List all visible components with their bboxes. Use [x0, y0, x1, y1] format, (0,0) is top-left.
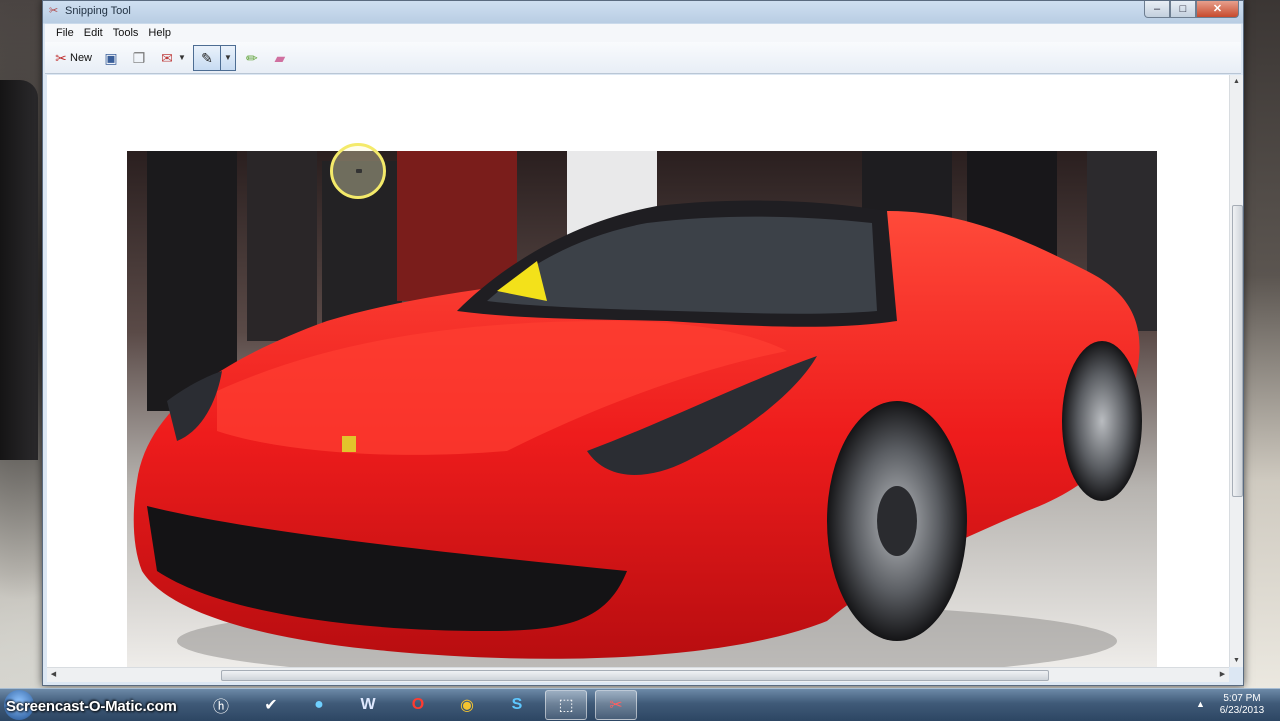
scroll-left-icon[interactable]: ◀: [47, 668, 60, 682]
save-button[interactable]: ▣: [99, 46, 123, 70]
chrome-icon[interactable]: ◉: [446, 690, 488, 720]
menu-edit[interactable]: Edit: [79, 27, 108, 39]
menu-file[interactable]: File: [51, 27, 79, 39]
snip-canvas[interactable]: [47, 75, 1229, 667]
maximize-button[interactable]: □: [1170, 1, 1196, 18]
snipping-tool-window: ✂ Snipping Tool – □ ✕ File Edit Tools He…: [42, 0, 1244, 686]
opera-icon[interactable]: O: [397, 690, 439, 720]
word-icon[interactable]: W: [347, 690, 389, 720]
window-title: Snipping Tool: [65, 5, 131, 17]
app-icon: ✂: [49, 5, 59, 17]
taskbar: Screencast-O-Matic.com ⓗ ✔ ● W O ◉ S ⬚ ✂…: [0, 688, 1280, 721]
system-clock[interactable]: 5:07 PM 6/23/2013: [1212, 693, 1272, 717]
pen-icon: ✎: [201, 49, 213, 66]
window-controls: – □ ✕: [1144, 1, 1239, 19]
scroll-down-icon[interactable]: ▼: [1230, 654, 1243, 667]
ferrari-photo: [127, 151, 1157, 667]
horizontal-scrollbar[interactable]: ◀ ▶: [47, 667, 1229, 682]
mouse-cursor: [356, 169, 362, 173]
eraser-icon: ▰: [274, 49, 286, 66]
eraser-button[interactable]: ▰: [268, 46, 292, 70]
desktop-background-right: [1244, 0, 1280, 688]
check-icon[interactable]: ✔: [250, 690, 292, 720]
copy-icon: ❐: [132, 49, 146, 66]
menu-help[interactable]: Help: [143, 27, 176, 39]
ferrari-image: [127, 151, 1157, 667]
chevron-down-icon[interactable]: ▼: [178, 53, 186, 62]
pen-dropdown-chevron-icon[interactable]: ▼: [219, 45, 235, 70]
hp-icon[interactable]: ⓗ: [200, 690, 242, 720]
copy-button[interactable]: ❐: [127, 46, 151, 70]
minimize-button[interactable]: –: [1144, 1, 1170, 18]
save-icon: ▣: [104, 49, 118, 66]
toolbar: ✂ New ▣ ❐ ✉ ▼ ✎ ▼ ✏ ▰: [45, 42, 1241, 74]
scroll-up-icon[interactable]: ▲: [1230, 75, 1243, 88]
skype-icon[interactable]: S: [496, 690, 538, 720]
new-snip-button[interactable]: ✂ New: [49, 46, 95, 70]
highlighter-icon: ✏: [245, 49, 258, 66]
desktop-photo-person: [0, 80, 38, 460]
close-button[interactable]: ✕: [1196, 1, 1239, 18]
menu-tools[interactable]: Tools: [108, 27, 144, 39]
snipping-tool-active-icon[interactable]: ✂: [595, 690, 637, 720]
send-snip-button[interactable]: ✉ ▼: [155, 46, 189, 70]
new-label: New: [70, 51, 93, 64]
vertical-scroll-thumb[interactable]: [1232, 205, 1243, 497]
send-snip-icon: ✉: [161, 49, 173, 66]
title-bar[interactable]: ✂ Snipping Tool – □ ✕: [43, 1, 1243, 23]
globe-icon[interactable]: ●: [298, 690, 340, 720]
menu-bar: File Edit Tools Help: [45, 24, 1241, 42]
clock-time: 5:07 PM: [1223, 693, 1261, 704]
clock-date: 6/23/2013: [1219, 705, 1265, 716]
pen-tool-button[interactable]: ✎ ▼: [192, 44, 236, 71]
horizontal-scroll-thumb[interactable]: [221, 670, 1049, 681]
snipping-icon[interactable]: ⬚: [545, 690, 587, 720]
vertical-scrollbar[interactable]: ▲ ▼: [1229, 75, 1243, 667]
tray-show-hidden-icon[interactable]: ▲: [1196, 699, 1205, 709]
watermark: Screencast-O-Matic.com: [6, 698, 177, 715]
scroll-right-icon[interactable]: ▶: [1216, 668, 1229, 682]
highlighter-button[interactable]: ✏: [240, 46, 264, 70]
scissors-icon: ✂: [55, 49, 67, 66]
